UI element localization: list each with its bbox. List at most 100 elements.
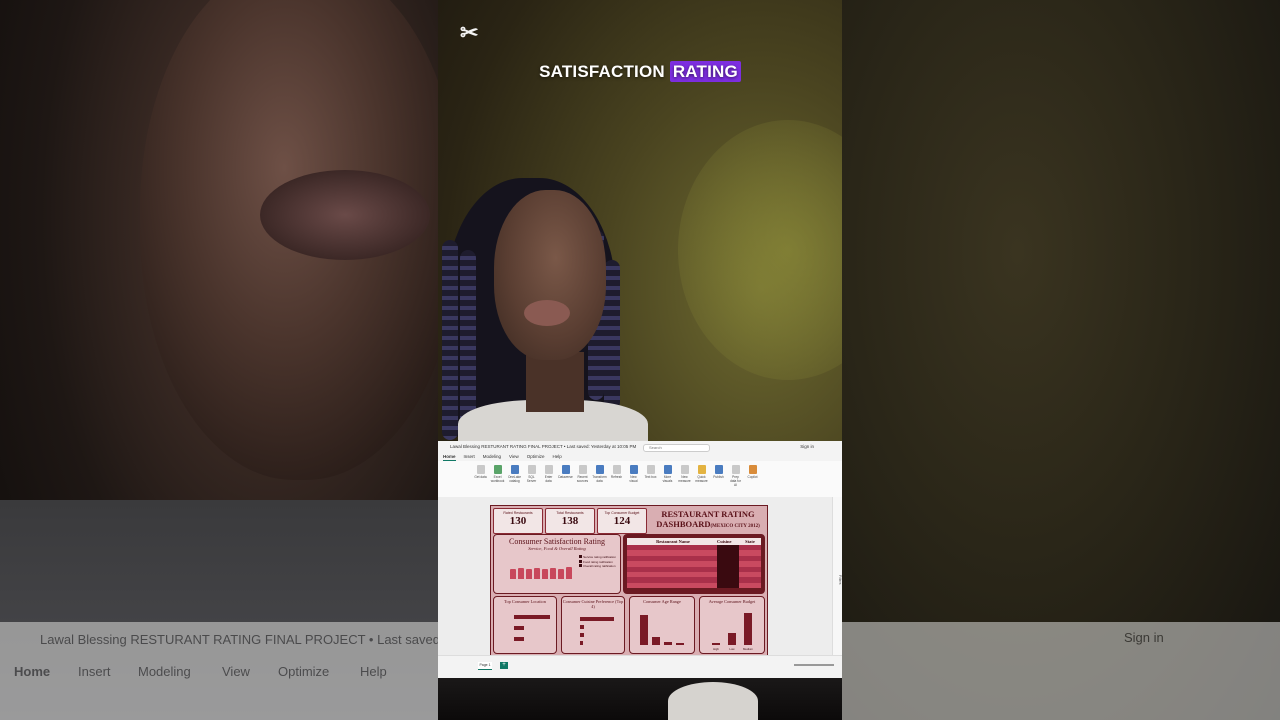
excel-workbook-button[interactable]: Excel workbook [491,465,504,483]
satisfaction-bar [558,569,564,579]
copilot-button[interactable]: Copilot [746,465,759,479]
age-bar [664,642,672,645]
capcut-logo-icon: ✂ [460,20,479,45]
restaurant-table: Restaurant Name Cuisine State [627,538,761,590]
filters-pane[interactable]: Filters [832,497,842,655]
blurred-title-text: Lawal Blessing RESTURANT RATING FINAL PR… [40,632,491,647]
age-range-panel[interactable]: Consumer Age Range [629,596,695,654]
onelake-catalog-button[interactable]: OneLake catalog [508,465,521,483]
blurred-background-left [0,0,438,720]
cuisine-title: Consumer Cuisine Preference (Top 4) [562,599,624,609]
table-row[interactable] [627,582,761,589]
menu-help[interactable]: Help [553,453,562,461]
kpi-value: 130 [509,515,527,527]
satisfaction-bar [518,568,524,579]
menu-view[interactable]: View [509,453,519,461]
col-cuisine[interactable]: Cuisine [717,538,739,545]
satisfaction-bar [566,567,572,579]
menu-home[interactable]: Home [443,453,456,461]
cuisine-bar [580,641,583,645]
cuisine-bar [580,633,584,637]
dataverse-button[interactable]: Dataverse [558,465,573,479]
new-visual-button[interactable]: New visual [627,465,640,483]
menu-optimize[interactable]: Optimize [527,453,545,461]
blurred-pbi-strip-left: Lawal Blessing RESTURANT RATING FINAL PR… [0,622,491,720]
blurred-menu-home: Home [14,664,51,679]
menu-modeling[interactable]: Modeling [483,453,501,461]
cuisine-panel[interactable]: Consumer Cuisine Preference (Top 4) [561,596,625,654]
pbi-sign-in[interactable]: Sign in [800,441,814,453]
col-restaurant-name[interactable]: Restaurant Name [627,538,717,545]
new-measure-button[interactable]: New measure [678,465,691,483]
pbi-title-bar: Lawal Blessing RESTURANT RATING FINAL PR… [438,441,842,453]
menu-insert[interactable]: Insert [464,453,475,461]
video-caption: SATISFACTION RATING [438,61,842,82]
prep-data-ai-button[interactable]: Prep data for AI [729,465,742,487]
blurred-pbi-strip-right: Sign in [842,622,1280,720]
more-visuals-button[interactable]: More visuals [661,465,674,483]
person-lips [524,300,570,326]
blurred-menu-insert: Insert [78,664,111,679]
person-face [494,190,606,360]
restaurant-dashboard: Rated Restaurants 130 Total Restaurants … [490,505,768,656]
satisfaction-title: Consumer Satisfaction Rating [509,537,605,546]
blurred-background-right [842,0,1280,720]
satisfaction-panel[interactable]: Consumer Satisfaction Rating Service, Fo… [493,534,621,594]
age-title: Consumer Age Range [643,599,681,604]
legend-item: Food rating ratification [583,559,613,564]
pbi-ribbon: Get data Excel workbook OneLake catalog … [438,461,842,500]
blurred-menu-help: Help [360,664,387,679]
caption-word-2-highlight: RATING [669,61,741,82]
satisfaction-bar [534,568,540,579]
person-neck [526,352,584,412]
kpi-rated-restaurants: Rated Restaurants 130 [493,508,543,534]
budget-label: Medium [743,647,753,651]
age-bar [652,637,660,645]
budget-label: Low [729,647,735,651]
dashboard-title-line2: DASHBOARD [656,519,711,529]
enter-data-button[interactable]: Enter data [542,465,555,483]
pbi-menu-bar: Home Insert Modeling View Optimize Help [438,453,842,461]
text-box-button[interactable]: Text box [644,465,657,479]
person-arm [668,682,758,720]
budget-label: High [713,647,719,651]
dashboard-title-sub: (MEXICO CITY 2012) [710,524,760,529]
dashboard-title: RESTAURANT RATING DASHBOARD(MEXICO CITY … [651,509,765,532]
get-data-button[interactable]: Get data [474,465,487,479]
restaurant-table-panel[interactable]: Restaurant Name Cuisine State [623,534,765,594]
caption-word-1: SATISFACTION [539,62,665,81]
age-bar [640,615,648,645]
quick-measure-button[interactable]: Quick measure [695,465,708,483]
kpi-total-restaurants: Total Restaurants 138 [545,508,595,534]
budget-panel[interactable]: Average Consumer Budget High Low Medium [699,596,765,654]
refresh-button[interactable]: Refresh [610,465,623,479]
transform-data-button[interactable]: Transform data [592,465,607,483]
page-tab[interactable]: Page 1 [478,662,492,670]
blurred-menu-modeling: Modeling [138,664,191,679]
pbi-search-box[interactable]: Search [643,444,710,452]
braid [442,240,458,440]
dashboard-title-line1: RESTAURANT RATING [661,509,755,519]
pbi-title: Lawal Blessing RESTURANT RATING FINAL PR… [450,444,637,449]
cuisine-bar [580,617,614,621]
pbi-status-bar: Page 1 + [438,655,842,678]
top-location-panel[interactable]: Top Consumer Location [493,596,557,654]
sql-server-button[interactable]: SQL Server [525,465,538,483]
recent-sources-button[interactable]: Recent sources [576,465,589,483]
satisfaction-subtitle: Service, Food & Overall Rating [528,546,586,551]
satisfaction-bar [526,569,532,579]
satisfaction-legend: Service rating ratification Food rating … [579,555,616,569]
kpi-top-consumer-budget: Top Consumer Budget 124 [597,508,647,534]
satisfaction-bar [510,569,516,579]
powerbi-window: Lawal Blessing RESTURANT RATING FINAL PR… [438,441,842,678]
budget-bar [728,633,736,645]
col-state[interactable]: State [739,538,761,545]
location-title: Top Consumer Location [504,599,546,604]
age-bar [676,643,684,645]
zoom-slider[interactable] [794,664,834,666]
satisfaction-bar [550,568,556,579]
add-page-button[interactable]: + [500,662,508,669]
location-bar [514,626,524,630]
publish-button[interactable]: Publish [712,465,725,479]
cuisine-bar [580,625,584,629]
